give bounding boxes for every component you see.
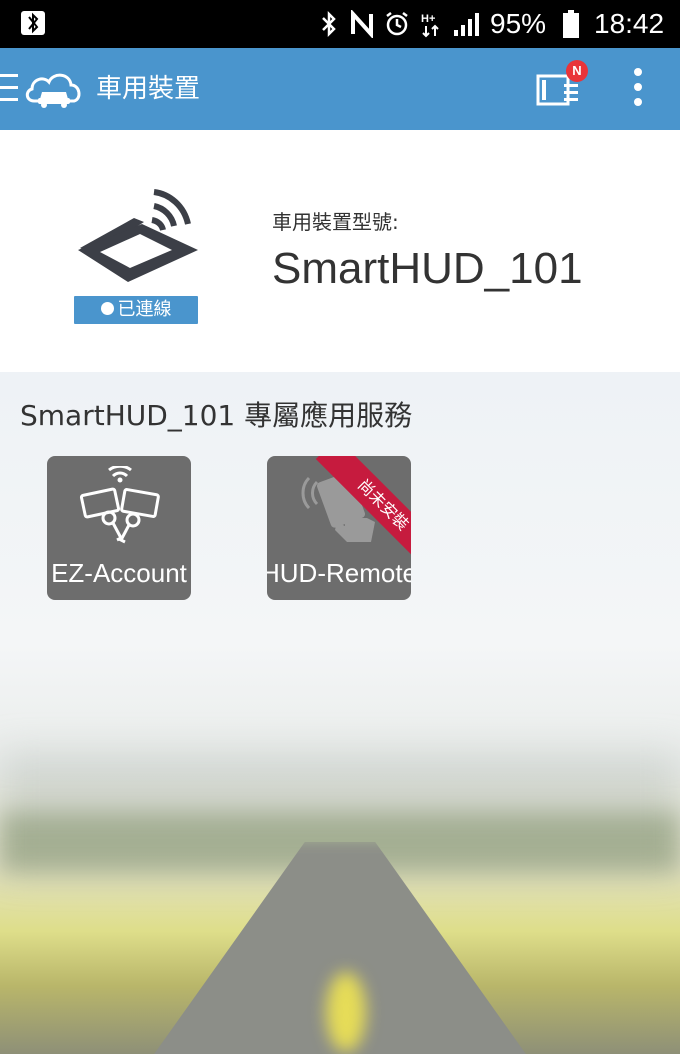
data-arrows-icon: H+ xyxy=(421,13,439,38)
services-area: SmartHUD_101 專屬應用服務 EZ-Account HUD-Remot… xyxy=(0,372,680,1054)
news-button[interactable]: N xyxy=(530,60,590,120)
app-title: 車用裝置 xyxy=(96,74,201,104)
cloud-car-logo-icon[interactable] xyxy=(22,67,86,111)
clock: 18:42 xyxy=(594,8,665,39)
app-label-hud-remote: HUD-Remote xyxy=(267,558,411,588)
bluetooth-notification-icon xyxy=(21,11,45,35)
status-icons: H+ 95% xyxy=(318,8,546,40)
status-bar: H+ 95% 18:42 xyxy=(0,0,680,48)
model-name: SmartHUD_101 xyxy=(272,244,583,293)
background-lane-mark xyxy=(326,972,366,1052)
notification-badge: N xyxy=(566,60,588,82)
more-options-icon[interactable] xyxy=(622,68,654,110)
connection-status-badge: 已連線 xyxy=(74,296,198,324)
app-label-ez-account: EZ-Account xyxy=(51,558,187,588)
model-label: 車用裝置型號: xyxy=(272,210,399,234)
menu-icon[interactable] xyxy=(0,74,18,104)
battery-icon xyxy=(563,10,579,38)
check-icon xyxy=(100,301,114,315)
battery-percentage: 95% xyxy=(490,8,547,39)
alarm-icon xyxy=(386,12,408,36)
app-tile-hud-remote[interactable]: HUD-Remote 尚未安裝 xyxy=(267,456,411,600)
hud-device-icon xyxy=(78,189,198,282)
connection-status-text: 已連線 xyxy=(117,299,172,320)
signal-icon xyxy=(454,13,479,36)
services-title: SmartHUD_101 專屬應用服務 xyxy=(20,399,413,432)
keys-card-icon xyxy=(79,466,160,544)
device-panel: 已連線 車用裝置型號: SmartHUD_101 xyxy=(0,130,680,372)
svg-text:H+: H+ xyxy=(421,13,435,25)
app-tile-ez-account[interactable]: EZ-Account xyxy=(47,456,191,600)
bluetooth-icon xyxy=(322,10,336,38)
app-bar: 車用裝置 N xyxy=(0,48,680,130)
nfc-icon xyxy=(351,10,373,38)
